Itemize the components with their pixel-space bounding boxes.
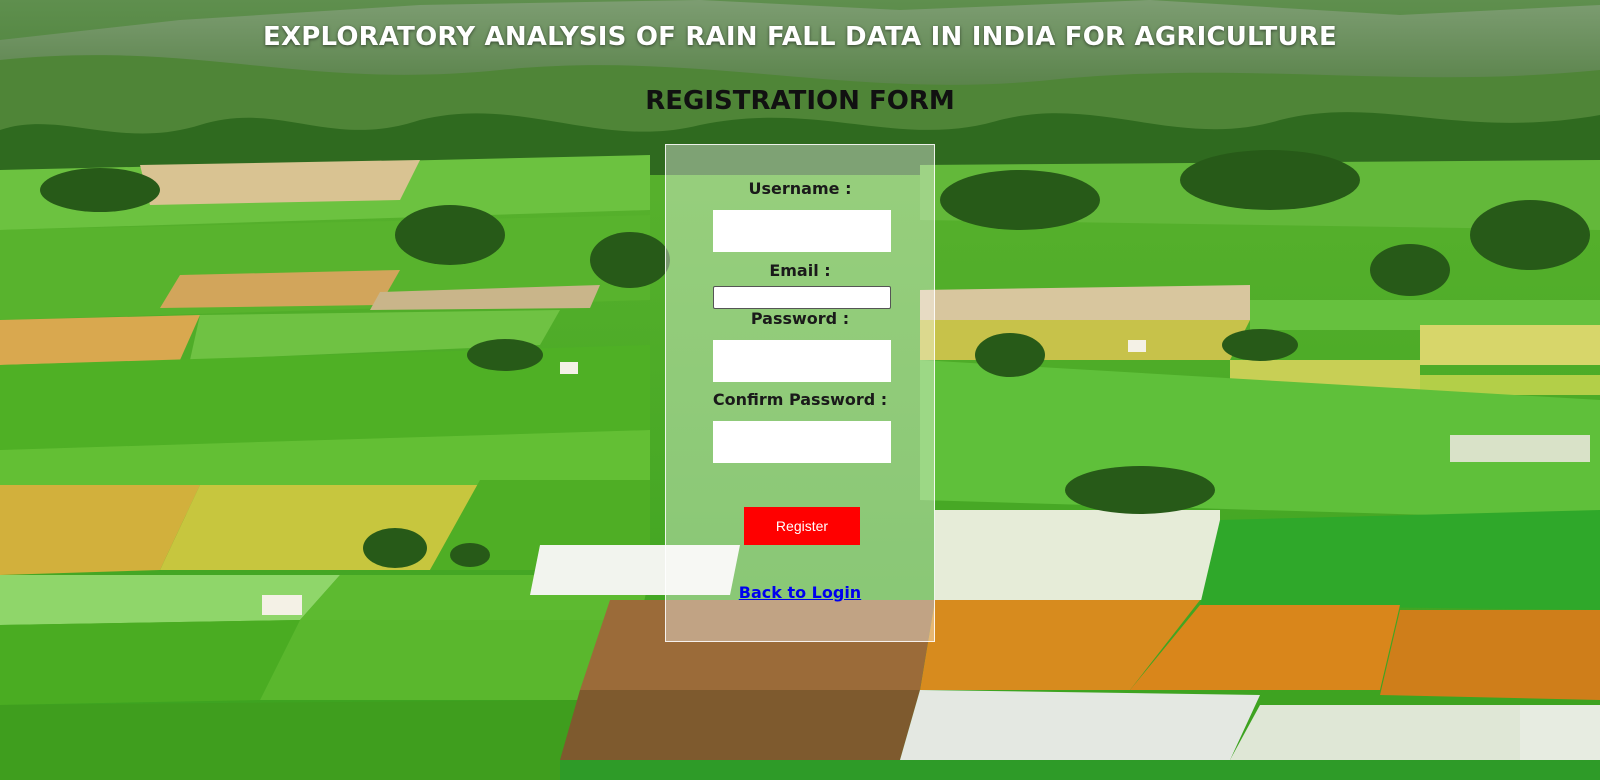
username-input[interactable] <box>713 210 891 252</box>
email-input[interactable] <box>713 286 891 309</box>
confirm-password-input[interactable] <box>713 421 891 463</box>
page: EXPLORATORY ANALYSIS OF RAIN FALL DATA I… <box>0 0 1600 780</box>
email-label: Email : <box>769 261 831 280</box>
back-to-login-link[interactable]: Back to Login <box>666 583 934 602</box>
password-label: Password : <box>750 309 850 328</box>
registration-form-card: Username : Email : Password : Confirm Pa… <box>665 144 935 642</box>
username-label: Username : <box>748 179 852 198</box>
form-title: REGISTRATION FORM <box>645 86 955 116</box>
password-input[interactable] <box>713 340 891 382</box>
confirm-password-label: Confirm Password : <box>712 390 888 409</box>
register-button[interactable]: Register <box>744 507 860 545</box>
page-title: EXPLORATORY ANALYSIS OF RAIN FALL DATA I… <box>263 22 1337 52</box>
